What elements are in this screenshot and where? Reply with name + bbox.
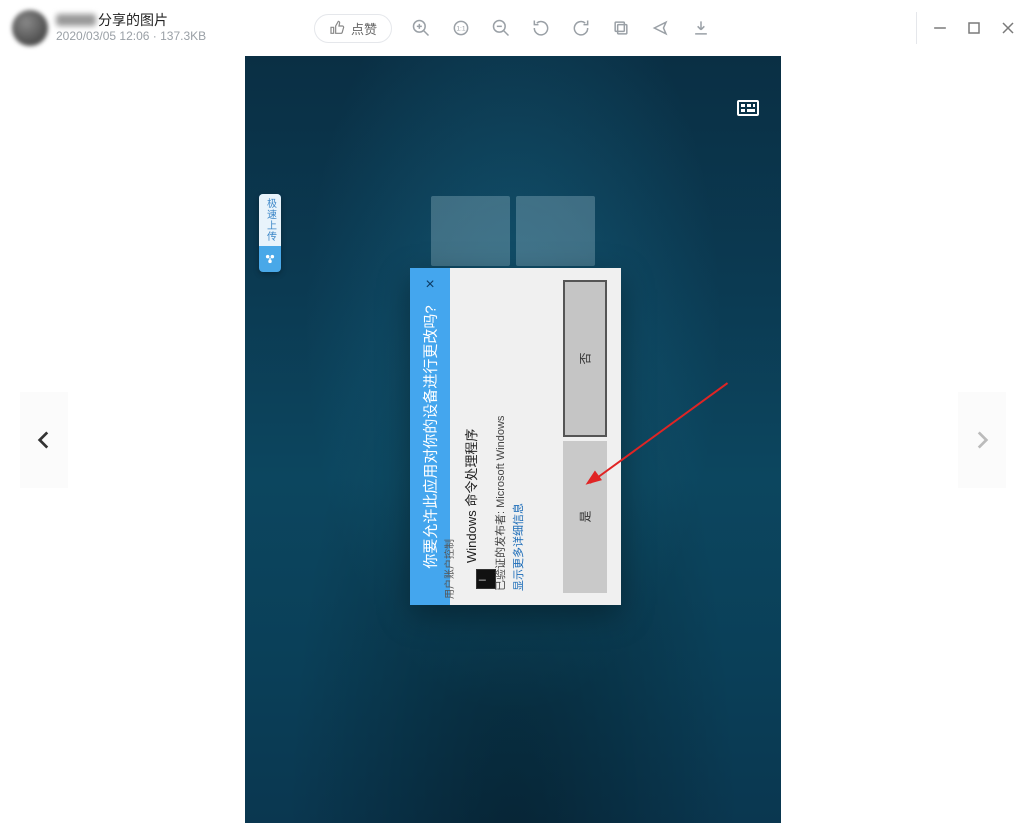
- actual-size-icon[interactable]: 1:1: [450, 17, 472, 39]
- like-label: 点赞: [351, 19, 377, 38]
- minimize-button[interactable]: [930, 18, 950, 38]
- viewer: 极速上传 × 你要允许此应用对你的设备进行更改吗? 用户账户控制 Windows…: [0, 56, 1026, 823]
- uac-show-details-link[interactable]: 显示更多详细信息: [510, 503, 526, 591]
- page-title: 分享的图片: [56, 12, 206, 30]
- close-button[interactable]: [998, 18, 1018, 38]
- windows-logo-ghost: [431, 196, 595, 266]
- rotate-right-icon[interactable]: [570, 17, 592, 39]
- uac-yes-button[interactable]: 是: [563, 441, 607, 594]
- uac-close-button[interactable]: ×: [425, 276, 434, 294]
- uac-app-name: Windows 命令处理程序: [461, 429, 480, 563]
- uac-yes-label: 是: [576, 511, 593, 523]
- toolbar: 点赞 1:1: [314, 14, 712, 43]
- next-button[interactable]: [958, 392, 1006, 488]
- copy-icon[interactable]: [610, 17, 632, 39]
- thumbs-up-icon: [329, 20, 345, 36]
- zoom-out-icon[interactable]: [490, 17, 512, 39]
- window-controls: [930, 0, 1018, 56]
- uac-no-label: 否: [576, 352, 593, 364]
- like-button[interactable]: 点赞: [314, 14, 392, 43]
- uac-small-title: 用户账户控制: [441, 539, 456, 599]
- image-content: 极速上传 × 你要允许此应用对你的设备进行更改吗? 用户账户控制 Windows…: [245, 56, 781, 823]
- filesize: 137.3KB: [160, 29, 206, 43]
- uac-question: 你要允许此应用对你的设备进行更改吗?: [420, 305, 441, 568]
- title-meta: 分享的图片 2020/03/05 12:06 · 137.3KB: [56, 12, 206, 45]
- side-widget-label: 极速上传: [263, 198, 278, 242]
- side-widget-icon: [259, 246, 281, 272]
- header-bar: 分享的图片 2020/03/05 12:06 · 137.3KB 点赞 1:1: [0, 0, 1026, 56]
- svg-text:1:1: 1:1: [456, 26, 466, 33]
- username-redacted: [56, 14, 96, 26]
- uac-publisher: 已验证的发布者: Microsoft Windows: [492, 416, 508, 591]
- title-suffix: 分享的图片: [98, 12, 168, 28]
- side-upload-widget[interactable]: 极速上传: [259, 194, 281, 272]
- avatar: [12, 10, 48, 46]
- zoom-in-icon[interactable]: [410, 17, 432, 39]
- side-widget-label-wrap: 极速上传: [259, 194, 281, 246]
- meta-line: 2020/03/05 12:06 · 137.3KB: [56, 29, 206, 44]
- prev-button[interactable]: [20, 392, 68, 488]
- share-icon[interactable]: [650, 17, 672, 39]
- download-icon[interactable]: [690, 17, 712, 39]
- maximize-button[interactable]: [964, 18, 984, 38]
- osk-icon: [737, 100, 759, 116]
- timestamp: 2020/03/05 12:06: [56, 29, 149, 43]
- uac-no-button[interactable]: 否: [563, 280, 607, 437]
- rotate-left-icon[interactable]: [530, 17, 552, 39]
- uac-button-group: 否 是: [563, 278, 607, 595]
- uac-dialog: × 你要允许此应用对你的设备进行更改吗? 用户账户控制 Windows 命令处理…: [410, 268, 621, 605]
- uac-body: 用户账户控制 Windows 命令处理程序 已验证的发布者: Microsoft…: [450, 268, 621, 605]
